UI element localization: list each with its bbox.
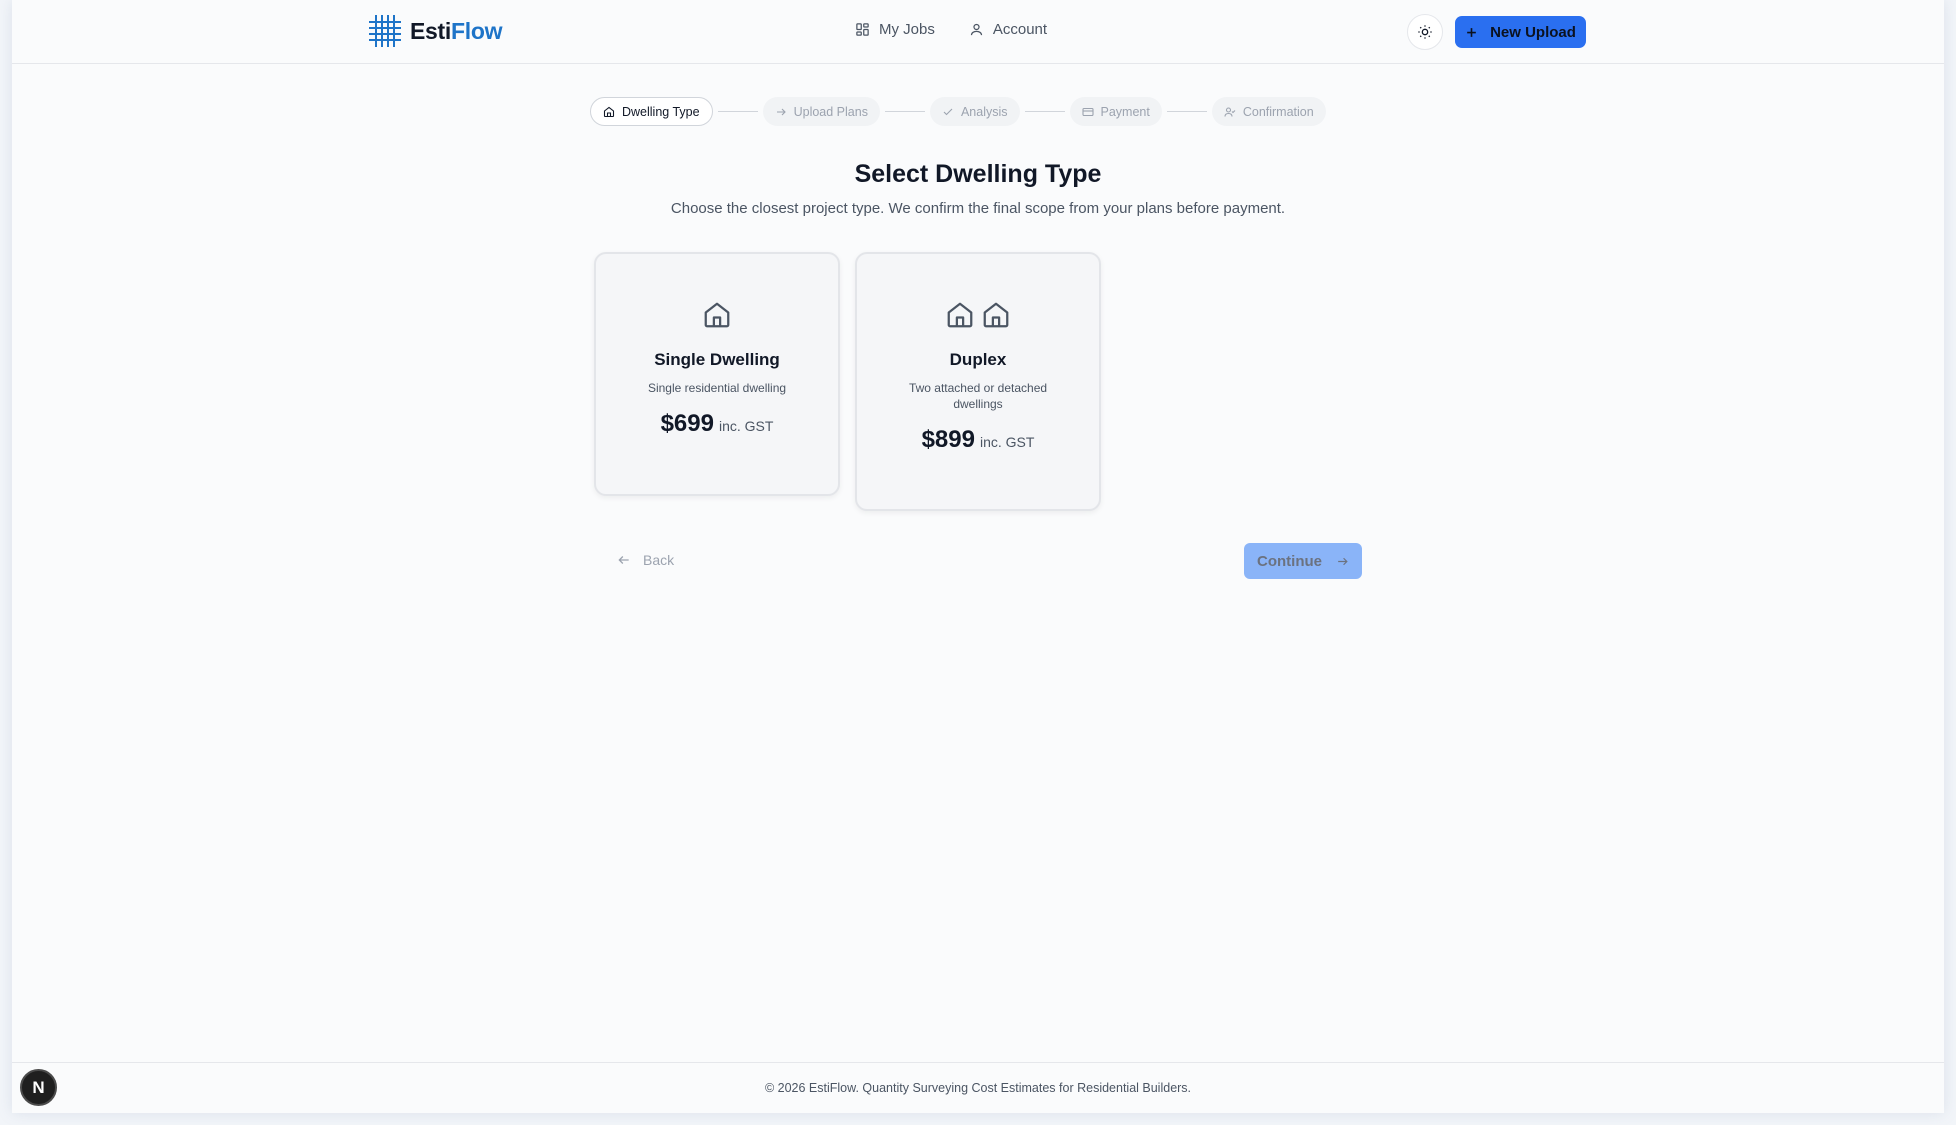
card-title: Single Dwelling bbox=[654, 350, 780, 369]
new-upload-label: New Upload bbox=[1490, 23, 1576, 41]
step-label: Confirmation bbox=[1242, 104, 1314, 119]
card-icon-group bbox=[945, 300, 1011, 330]
page-subtitle: Choose the closest project type. We conf… bbox=[670, 200, 1286, 217]
step-confirmation: Confirmation bbox=[1211, 97, 1326, 126]
step-dwelling-type[interactable]: Dwelling Type bbox=[590, 97, 713, 126]
logo-text: EstiFlow bbox=[410, 18, 502, 45]
step-connector bbox=[884, 111, 925, 112]
page-title: Select Dwelling Type bbox=[854, 160, 1102, 188]
nav-my-jobs-label: My Jobs bbox=[879, 21, 935, 38]
arrow-right-icon bbox=[1338, 557, 1348, 565]
step-connector bbox=[1166, 111, 1207, 112]
main-nav: My Jobs Account bbox=[855, 21, 1047, 38]
card-icon-group bbox=[702, 300, 732, 330]
plus-icon bbox=[1467, 27, 1476, 37]
dev-tools-badge[interactable]: N bbox=[20, 1069, 57, 1106]
continue-label: Continue bbox=[1257, 552, 1322, 570]
step-connector bbox=[1024, 111, 1065, 112]
progress-stepper: Dwelling Type Upload Plans Analysis Paym… bbox=[590, 97, 1326, 126]
card-price-row: $899 inc. GST bbox=[922, 426, 1035, 454]
logo-text-part1: Esti bbox=[410, 17, 451, 44]
step-connector bbox=[717, 111, 758, 112]
badge-letter: N bbox=[32, 1077, 45, 1097]
card-description: Single residential dwelling bbox=[647, 381, 787, 395]
user-check-icon bbox=[1224, 106, 1236, 117]
home-icon bbox=[603, 106, 615, 117]
card-price: $899 bbox=[921, 426, 975, 453]
logo-text-part2: Flow bbox=[450, 17, 503, 44]
dashboard-grid-icon bbox=[856, 23, 869, 36]
sun-icon bbox=[1418, 25, 1432, 39]
house-icon bbox=[947, 302, 973, 328]
arrow-right-icon bbox=[776, 108, 786, 115]
back-label: Back bbox=[643, 552, 675, 568]
nav-account-label: Account bbox=[992, 21, 1048, 38]
arrow-left-icon bbox=[618, 556, 629, 564]
step-label: Analysis bbox=[960, 104, 1008, 119]
step-analysis: Analysis bbox=[929, 97, 1020, 126]
user-icon bbox=[970, 23, 982, 36]
credit-card-icon bbox=[1081, 107, 1094, 116]
step-label: Dwelling Type bbox=[622, 104, 700, 119]
step-payment: Payment bbox=[1069, 97, 1162, 126]
card-description: Two attached or detached dwellings bbox=[908, 381, 1048, 411]
top-header: EstiFlow My Jobs Account New Upload bbox=[12, 0, 1944, 64]
card-price-row: $699 inc. GST bbox=[661, 410, 774, 438]
logo[interactable]: EstiFlow bbox=[368, 14, 502, 48]
check-icon bbox=[943, 108, 953, 115]
new-upload-button[interactable]: New Upload bbox=[1455, 16, 1586, 48]
house-icon bbox=[983, 302, 1009, 328]
grid-icon bbox=[369, 15, 401, 47]
app-frame: EstiFlow My Jobs Account New Upload Dwel… bbox=[12, 0, 1944, 1113]
dwelling-card-duplex[interactable]: Duplex Two attached or detached dwelling… bbox=[855, 252, 1101, 511]
house-icon bbox=[704, 302, 730, 328]
step-upload-plans: Upload Plans bbox=[762, 97, 880, 126]
card-price: $699 bbox=[660, 410, 714, 437]
card-price-note: inc. GST bbox=[979, 434, 1035, 450]
step-label: Upload Plans bbox=[793, 104, 868, 119]
page-footer: © 2026 EstiFlow. Quantity Surveying Cost… bbox=[12, 1062, 1944, 1113]
step-label: Payment bbox=[1100, 104, 1150, 119]
nav-my-jobs[interactable]: My Jobs bbox=[855, 21, 935, 38]
theme-toggle-button[interactable] bbox=[1407, 14, 1443, 50]
dwelling-card-single[interactable]: Single Dwelling Single residential dwell… bbox=[594, 252, 840, 496]
back-button[interactable]: Back bbox=[617, 552, 674, 568]
continue-button[interactable]: Continue bbox=[1244, 543, 1362, 579]
footer-text: © 2026 EstiFlow. Quantity Surveying Cost… bbox=[764, 1081, 1192, 1095]
card-price-note: inc. GST bbox=[718, 418, 774, 434]
card-title: Duplex bbox=[949, 350, 1007, 369]
nav-account[interactable]: Account bbox=[969, 21, 1047, 38]
